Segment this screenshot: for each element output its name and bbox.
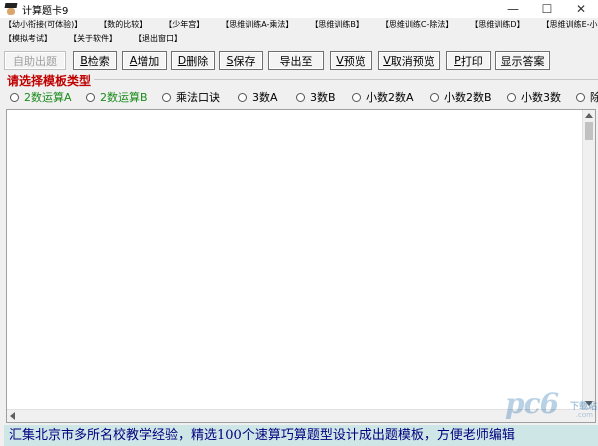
preview-button[interactable]: V 预览 xyxy=(330,51,372,70)
radio-circle xyxy=(430,92,439,102)
show-answer-button[interactable]: 显示答案 xyxy=(495,51,550,70)
radio-circle xyxy=(352,92,361,102)
question-text-area[interactable] xyxy=(6,109,596,423)
close-icon[interactable]: ✕ xyxy=(564,0,598,18)
radio-circle xyxy=(10,92,19,102)
minimize-icon[interactable]: — xyxy=(496,0,530,18)
print-label: 打印 xyxy=(460,54,483,68)
menu-bar: 【幼小衔接(可体验)】 【数的比较】 【少年宫】 【思维训练A-乘法】 【思维训… xyxy=(0,18,598,48)
toolbar: 自助出题 B 检索 A 增加 D 删除 S 保存 导出至 V 预览 V 取消预览 P 打印 显… xyxy=(0,51,598,71)
radio-decimal-2num-b[interactable]: 小数2数B xyxy=(430,89,492,105)
radio-2num-a[interactable]: 2数运算A xyxy=(10,89,72,105)
menu-item-preschool[interactable]: 【幼小衔接(可体验)】 xyxy=(4,18,82,32)
window-title: 计算题卡9 xyxy=(22,5,69,17)
delete-button[interactable]: D 删除 xyxy=(171,51,215,70)
radio-3num-a[interactable]: 3数A xyxy=(238,89,278,105)
status-bar: 汇集北京市多所名校教学经验，精选100个速算巧算题型设计成出题模板，方便老师编辑 xyxy=(4,425,598,446)
scroll-up-icon[interactable] xyxy=(585,113,593,118)
radio-3num-b[interactable]: 3数B xyxy=(296,89,336,105)
radio-circle xyxy=(162,92,171,102)
scroll-down-icon[interactable] xyxy=(585,401,593,406)
horizontal-scrollbar[interactable] xyxy=(7,409,595,422)
menu-item-thinking-b[interactable]: 【思维训练B】 xyxy=(310,18,364,32)
add-hotkey: A xyxy=(129,54,138,67)
scroll-left-icon[interactable] xyxy=(10,412,15,420)
delete-label: 删除 xyxy=(186,54,209,68)
menu-item-compare[interactable]: 【数的比较】 xyxy=(99,18,147,32)
add-button[interactable]: A 增加 xyxy=(122,51,167,70)
template-group-legend: 请选择模板类型 xyxy=(4,72,95,89)
search-label: 检索 xyxy=(87,54,110,68)
auto-generate-label: 自助出题 xyxy=(13,54,57,68)
radio-label: 小数2数A xyxy=(366,91,414,104)
radio-circle xyxy=(238,92,247,102)
search-button[interactable]: B 检索 xyxy=(73,51,117,70)
radio-circle xyxy=(507,92,516,102)
menu-item-thinking-c[interactable]: 【思维训练C-除法】 xyxy=(381,18,453,32)
save-hotkey: S xyxy=(226,54,234,67)
radio-label: 小数3数 xyxy=(521,91,561,104)
vertical-scrollbar[interactable] xyxy=(582,110,595,422)
radio-circle xyxy=(296,92,305,102)
title-bar: 计算题卡9 — ☐ ✕ xyxy=(0,0,598,18)
preview-hotkey: V xyxy=(336,54,344,67)
app-logo-icon xyxy=(4,2,18,16)
radio-decimal-3num[interactable]: 小数3数 xyxy=(507,89,561,105)
menu-row-2: 【模拟考试】 【关于软件】 【退出窗口】 xyxy=(0,32,598,46)
save-button[interactable]: S 保存 xyxy=(219,51,263,70)
print-button[interactable]: P 打印 xyxy=(446,51,491,70)
show-answer-label: 显示答案 xyxy=(500,54,545,68)
radio-division[interactable]: 除 xyxy=(576,89,598,105)
window-controls: — ☐ ✕ xyxy=(496,0,598,18)
radio-label: 2数运算B xyxy=(100,91,148,104)
status-text: 汇集北京市多所名校教学经验，精选100个速算巧算题型设计成出题模板，方便老师编辑 xyxy=(9,428,515,443)
radio-label: 2数运算A xyxy=(24,91,72,104)
print-hotkey: P xyxy=(454,54,461,67)
radio-label: 除 xyxy=(590,91,598,104)
radio-label: 乘法口诀 xyxy=(176,91,220,104)
menu-row-1: 【幼小衔接(可体验)】 【数的比较】 【少年宫】 【思维训练A-乘法】 【思维训… xyxy=(0,18,598,32)
add-label: 增加 xyxy=(137,54,160,68)
radio-2num-b[interactable]: 2数运算B xyxy=(86,89,148,105)
menu-item-thinking-e[interactable]: 【思维训练E-小数】 xyxy=(542,18,598,32)
maximize-icon[interactable]: ☐ xyxy=(530,0,564,18)
menu-item-about[interactable]: 【关于软件】 xyxy=(69,32,117,46)
radio-label: 3数B xyxy=(310,91,336,104)
radio-decimal-2num-a[interactable]: 小数2数A xyxy=(352,89,414,105)
delete-hotkey: D xyxy=(177,54,187,67)
preview-label: 预览 xyxy=(343,54,366,68)
export-label: 导出至 xyxy=(279,54,313,68)
cancel-preview-button[interactable]: V 取消预览 xyxy=(378,51,440,70)
save-label: 保存 xyxy=(233,54,256,68)
radio-label: 小数2数B xyxy=(444,91,492,104)
search-hotkey: B xyxy=(80,54,88,67)
cancel-preview-hotkey: V xyxy=(383,54,391,67)
template-radio-group: 2数运算A 2数运算B 乘法口诀 3数A 3数B 小数2数A 小数2数B 小数3… xyxy=(0,89,598,107)
cancel-preview-label: 取消预览 xyxy=(390,54,435,68)
menu-item-thinking-d[interactable]: 【思维训练D】 xyxy=(470,18,524,32)
menu-item-mock-exam[interactable]: 【模拟考试】 xyxy=(4,32,52,46)
export-button[interactable]: 导出至 xyxy=(268,51,324,70)
radio-label: 3数A xyxy=(252,91,278,104)
scroll-thumb[interactable] xyxy=(585,122,593,140)
radio-circle xyxy=(86,92,95,102)
menu-item-thinking-a[interactable]: 【思维训练A-乘法】 xyxy=(221,18,293,32)
radio-multiplication-table[interactable]: 乘法口诀 xyxy=(162,89,220,105)
menu-item-youth-palace[interactable]: 【少年宫】 xyxy=(164,18,204,32)
auto-generate-button[interactable]: 自助出题 xyxy=(4,51,66,70)
menu-item-exit[interactable]: 【退出窗口】 xyxy=(134,32,182,46)
radio-circle xyxy=(576,92,585,102)
